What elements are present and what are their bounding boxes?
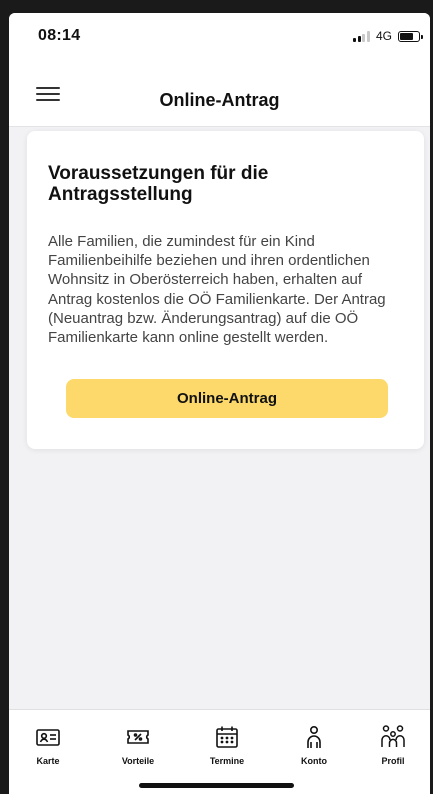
tab-label: Profil [381, 756, 405, 766]
bottom-tab-bar: Karte Vorteile Termine Konto Profil [9, 709, 430, 794]
online-antrag-button[interactable]: Online-Antrag [66, 379, 388, 418]
battery-icon [398, 30, 423, 42]
tab-label: Termine [209, 756, 245, 766]
signal-icon [353, 30, 370, 42]
tab-vorteile[interactable]: Vorteile [103, 724, 173, 766]
person-icon [307, 725, 321, 748]
phone-screen: 08:14 4G Online-Antrag Voraussetzungen f… [9, 13, 430, 794]
page-title: Online-Antrag [159, 90, 280, 110]
tab-konto[interactable]: Konto [279, 724, 349, 766]
family-icon [381, 725, 405, 747]
status-indicators: 4G [353, 29, 423, 43]
calendar-icon [216, 726, 238, 748]
status-bar: 08:14 4G [9, 13, 430, 57]
status-time: 08:14 [38, 27, 81, 44]
id-card-icon [36, 729, 60, 746]
card-title: Voraussetzungen für die Antragsstellung [48, 163, 269, 206]
tab-label: Konto [301, 756, 327, 766]
tab-profil[interactable]: Profil [358, 724, 428, 766]
network-type: 4G [375, 29, 392, 43]
app-header: Online-Antrag [9, 57, 430, 127]
home-indicator [139, 783, 294, 788]
tab-label: Karte [36, 756, 60, 766]
tab-label: Vorteile [121, 756, 155, 766]
tab-termine[interactable]: Termine [192, 724, 262, 766]
info-card: Voraussetzungen für die Antragsstellung … [27, 131, 424, 449]
card-description: Alle Familien, die zumindest für ein Kin… [48, 233, 386, 346]
tab-karte[interactable]: Karte [13, 724, 83, 766]
voucher-icon [127, 730, 149, 744]
